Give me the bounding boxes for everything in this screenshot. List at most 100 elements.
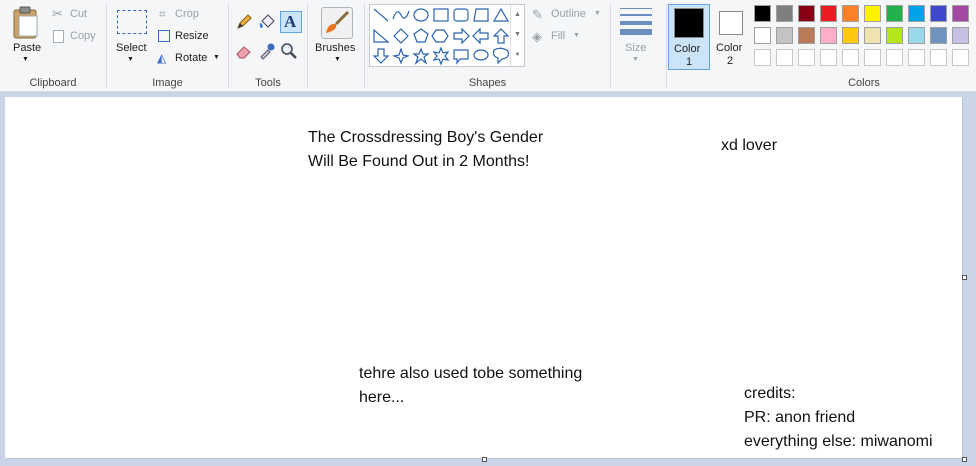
color-swatch[interactable] [864,49,881,66]
magnifier-icon [281,43,297,59]
colors-group-label: Colors [848,77,880,89]
color-swatch[interactable] [886,49,903,66]
eraser-tool[interactable] [235,42,255,62]
color-picker-tool[interactable] [258,42,278,62]
color-swatch[interactable] [908,27,925,44]
canvas-resize-handle-right[interactable] [962,275,967,280]
shapes-gallery: ▲ ▼ ⯆ [369,4,525,67]
canvas-area[interactable]: The Crossdressing Boy's Gender Will Be F… [0,92,976,466]
tools-group-label: Tools [255,77,281,89]
resize-icon [158,30,170,42]
color-swatch[interactable] [886,5,903,22]
color1-button[interactable]: Color 1 [668,4,710,70]
shapes-expand-button[interactable]: ⯆ [510,45,524,66]
brushes-dropdown-icon: ▼ [334,56,341,63]
resize-button[interactable]: Resize [157,29,217,45]
color-swatch[interactable] [930,5,947,22]
color2-label: Color [716,42,743,54]
cut-button[interactable]: ✂ Cut [52,6,102,23]
rotate-label: Rotate [175,52,208,64]
resize-label: Resize [175,30,209,42]
scissors-icon: ✂ [52,6,63,21]
crop-icon: ⌗ [159,7,166,21]
copy-button[interactable]: Copy [52,29,102,45]
select-label: Select [116,42,147,54]
color1-label: Color [674,43,701,55]
line-size-icon [620,8,652,35]
crop-button[interactable]: ⌗ Crop [157,7,217,23]
canvas-resize-handle-bottom[interactable] [482,457,487,462]
canvas-title-line-1: The Crossdressing Boy's Gender [308,129,544,146]
rotate-dropdown-icon: ▼ [213,54,220,61]
canvas-credits-line-3: everything else: miwanomi [744,433,933,450]
color-swatch[interactable] [820,49,837,66]
outline-icon: ✎ [532,7,543,22]
color-swatch[interactable] [952,27,969,44]
tools-group: A Tools [229,0,307,91]
color1-swatch [674,8,704,38]
color-swatch[interactable] [952,49,969,66]
fill-dropdown-icon: ▼ [573,32,580,39]
image-group-label: Image [152,77,183,89]
color2-number: 2 [727,55,734,67]
text-a-icon: A [284,12,297,31]
fill-tool[interactable] [258,13,278,33]
outline-dropdown-icon: ▼ [594,10,601,17]
canvas-note-line-1: tehre also used tobe something [359,365,583,382]
color-swatch[interactable] [908,49,925,66]
eyedropper-icon [260,43,275,60]
pencil-tool[interactable] [235,13,255,33]
copy-label: Copy [70,30,96,42]
select-button[interactable]: Select ▼ [113,4,149,68]
paste-button[interactable]: Paste ▼ [6,4,46,68]
shapes-group: ▲ ▼ ⯆ ✎ Outline ▼ ◈ Fill ▼ Shapes [365,0,610,91]
color-swatch[interactable] [842,5,859,22]
fill-icon: ◈ [532,29,542,44]
color-swatch[interactable] [776,49,793,66]
color-swatch[interactable] [842,27,859,44]
fill-button[interactable]: ◈ Fill ▼ [531,29,603,45]
outline-label: Outline [551,8,586,20]
color-swatch[interactable] [754,27,771,44]
size-button[interactable]: Size ▼ [617,4,661,68]
brush-icon [321,7,353,39]
canvas-credits-line-1: credits: [744,385,796,402]
cut-label: Cut [70,8,88,20]
color-swatch[interactable] [886,27,903,44]
canvas-note-line-2: here... [359,389,405,406]
color-swatch[interactable] [776,27,793,44]
brushes-button[interactable]: Brushes ▼ [313,4,361,68]
magnifier-tool[interactable] [280,42,300,62]
colors-group: Colors [752,0,976,91]
color-swatch[interactable] [908,5,925,22]
text-tool[interactable]: A [280,11,302,33]
drawing-canvas[interactable]: The Crossdressing Boy's Gender Will Be F… [5,97,962,458]
color-swatch[interactable] [952,5,969,22]
paste-dropdown-icon: ▼ [22,56,29,63]
color-swatch[interactable] [776,5,793,22]
clipboard-group-label: Clipboard [29,77,77,89]
color-swatch[interactable] [754,5,771,22]
color-swatch[interactable] [820,5,837,22]
color-swatch[interactable] [930,49,947,66]
shapes-scroll-up[interactable]: ▲ [510,5,524,25]
brushes-group: Brushes ▼ [308,0,364,91]
rotate-button[interactable]: ◭ Rotate ▼ [157,51,223,67]
color-swatch[interactable] [798,27,815,44]
color-swatch[interactable] [930,27,947,44]
color-swatch[interactable] [798,49,815,66]
paint-bucket-icon [259,14,275,28]
color-swatch[interactable] [798,5,815,22]
outline-button[interactable]: ✎ Outline ▼ [531,7,603,23]
shapes-scroll-down[interactable]: ▼ [510,25,524,45]
canvas-resize-handle-corner[interactable] [962,457,967,462]
size-dropdown-icon: ▼ [632,56,639,63]
color-swatch[interactable] [820,27,837,44]
brushes-label: Brushes [315,42,356,54]
color-swatch[interactable] [864,5,881,22]
color2-button[interactable]: Color 2 [712,4,752,70]
canvas-tag-text: xd lover [721,137,778,154]
color-swatch[interactable] [842,49,859,66]
color-swatch[interactable] [864,27,881,44]
color-swatch[interactable] [754,49,771,66]
